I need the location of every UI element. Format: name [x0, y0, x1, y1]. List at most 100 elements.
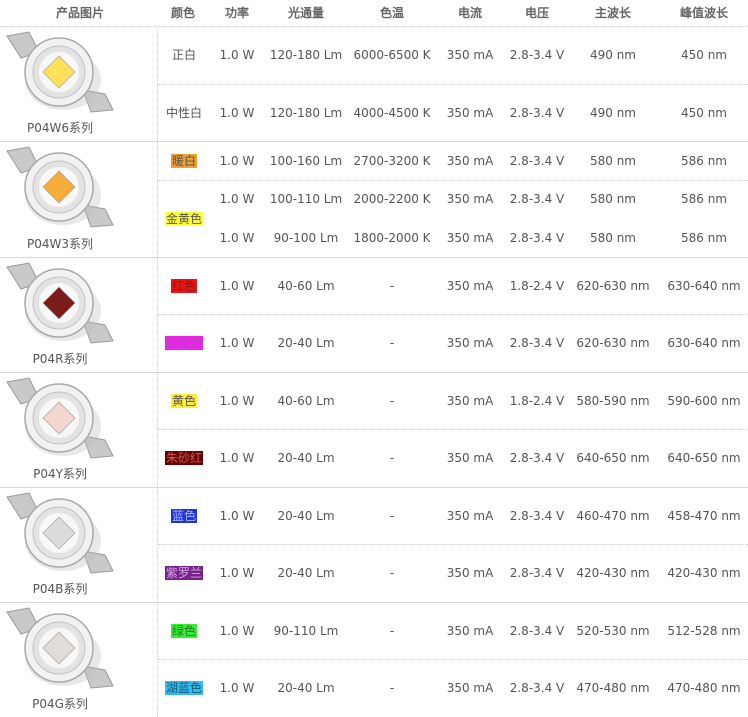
- cell-color: 紫罗兰: [158, 566, 210, 580]
- led-spec-table: 产品图片 颜色 功率 光通量 色温 电流 电压 主波长 峰值波长 P04W6系列…: [0, 0, 748, 717]
- product-image-cell: P04R系列: [0, 257, 157, 372]
- cell-peak-wavelength: 586 nm: [680, 153, 727, 168]
- cell-dominant-wavelength: 420-430 nm: [576, 566, 650, 580]
- cell-color: 黄色: [158, 393, 210, 408]
- cell-dominant-wavelength: 470-480 nm: [576, 681, 650, 695]
- cell-color: 粉红色: [158, 336, 210, 350]
- led-chip-image: [6, 262, 114, 344]
- cell-luminous-flux: 120-180 Lm: [269, 105, 343, 120]
- header-luminous-flux: 光通量: [287, 6, 324, 20]
- cell-power: 1.0 W: [219, 508, 255, 523]
- cell-voltage: 2.8-3.4 V: [509, 153, 565, 168]
- product-series-name: P04W6系列: [26, 121, 93, 135]
- cell-color-temperature: 1800-2000 K: [353, 230, 431, 245]
- cell-power: 1.0 W: [219, 48, 255, 62]
- cell-peak-wavelength: 630-640 nm: [667, 278, 741, 293]
- cell-current: 350 mA: [446, 48, 494, 62]
- cell-power: 1.0 W: [219, 230, 255, 245]
- header-peak-wavelength: 峰值波长: [679, 6, 728, 20]
- cell-color-temperature: 6000-6500 K: [353, 48, 431, 62]
- cell-power: 1.0 W: [219, 566, 255, 580]
- cell-peak-wavelength: 420-430 nm: [667, 566, 741, 580]
- cell-current: 350 mA: [446, 336, 494, 350]
- cell-luminous-flux: 100-110 Lm: [269, 192, 343, 206]
- cell-color: 朱砂红: [158, 451, 210, 465]
- cell-current: 350 mA: [446, 451, 494, 465]
- cell-voltage: 2.8-3.4 V: [509, 451, 565, 465]
- product-series-name: P04B系列: [32, 582, 88, 596]
- cell-color-temperature: -: [389, 393, 395, 408]
- cell-color: 正白: [158, 48, 210, 62]
- product-image-cell: P04B系列: [0, 487, 157, 602]
- cell-current: 350 mA: [446, 566, 494, 580]
- cell-color: 红色: [158, 278, 210, 293]
- cell-luminous-flux: 20-40 Lm: [277, 681, 335, 695]
- header-product-image: 产品图片: [55, 6, 104, 20]
- row-divider: [158, 429, 748, 430]
- row-divider: [158, 180, 748, 181]
- cell-power: 1.0 W: [219, 336, 255, 350]
- cell-dominant-wavelength: 580 nm: [589, 153, 636, 168]
- cell-color: 暖白: [158, 153, 210, 168]
- color-label: 粉红色: [164, 336, 203, 350]
- cell-luminous-flux: 20-40 Lm: [277, 336, 335, 350]
- cell-voltage: 2.8-3.4 V: [509, 508, 565, 523]
- cell-current: 350 mA: [446, 623, 494, 638]
- cell-peak-wavelength: 586 nm: [680, 230, 727, 245]
- color-label: 紫罗兰: [164, 566, 203, 580]
- cell-power: 1.0 W: [219, 153, 255, 168]
- color-label: 朱砂红: [164, 451, 203, 465]
- cell-voltage: 2.8-3.4 V: [509, 566, 565, 580]
- cell-luminous-flux: 40-60 Lm: [277, 393, 335, 408]
- row-divider: [158, 84, 748, 85]
- color-label: 蓝色: [170, 508, 197, 523]
- cell-color-temperature: 2000-2200 K: [353, 192, 431, 206]
- cell-dominant-wavelength: 580-590 nm: [576, 393, 650, 408]
- cell-dominant-wavelength: 580 nm: [589, 192, 636, 206]
- color-label: 湖蓝色: [164, 681, 203, 695]
- cell-color: 蓝色: [158, 508, 210, 523]
- cell-voltage: 2.8-3.4 V: [509, 336, 565, 350]
- cell-color-temperature: -: [389, 566, 395, 580]
- cell-power: 1.0 W: [219, 192, 255, 206]
- cell-dominant-wavelength: 460-470 nm: [576, 508, 650, 523]
- cell-luminous-flux: 20-40 Lm: [277, 451, 335, 465]
- cell-current: 350 mA: [446, 192, 494, 206]
- cell-voltage: 2.8-3.4 V: [509, 48, 565, 62]
- cell-power: 1.0 W: [219, 393, 255, 408]
- cell-power: 1.0 W: [219, 451, 255, 465]
- header-current: 电流: [457, 6, 482, 20]
- cell-current: 350 mA: [446, 508, 494, 523]
- header-dominant-wavelength: 主波长: [594, 6, 631, 20]
- cell-peak-wavelength: 590-600 nm: [667, 393, 741, 408]
- header-color: 颜色: [170, 6, 195, 20]
- cell-luminous-flux: 20-40 Lm: [277, 508, 335, 523]
- cell-dominant-wavelength: 620-630 nm: [576, 336, 650, 350]
- led-chip-image: [6, 492, 114, 574]
- cell-peak-wavelength: 458-470 nm: [667, 508, 741, 523]
- cell-current: 350 mA: [446, 230, 494, 245]
- color-label: 黄色: [170, 393, 197, 408]
- cell-luminous-flux: 90-110 Lm: [273, 623, 339, 638]
- product-image-cell: P04W3系列: [0, 141, 157, 257]
- cell-color-temperature: -: [389, 451, 395, 465]
- cell-voltage: 1.8-2.4 V: [509, 393, 565, 408]
- product-image-cell: P04W6系列: [0, 26, 157, 141]
- cell-color-temperature: -: [389, 336, 395, 350]
- cell-voltage: 2.8-3.4 V: [509, 230, 565, 245]
- cell-peak-wavelength: 640-650 nm: [667, 451, 741, 465]
- cell-color-temperature: -: [389, 681, 395, 695]
- cell-luminous-flux: 40-60 Lm: [277, 278, 335, 293]
- cell-peak-wavelength: 512-528 nm: [667, 623, 741, 638]
- cell-luminous-flux: 100-160 Lm: [269, 153, 343, 168]
- cell-peak-wavelength: 450 nm: [680, 105, 727, 120]
- product-image-cell: P04Y系列: [0, 372, 157, 487]
- cell-color-temperature: 4000-4500 K: [353, 105, 431, 120]
- cell-voltage: 1.8-2.4 V: [509, 278, 565, 293]
- cell-power: 1.0 W: [219, 681, 255, 695]
- color-label: 暖白: [170, 153, 197, 168]
- cell-current: 350 mA: [446, 278, 494, 293]
- cell-color-temperature: -: [389, 623, 395, 638]
- led-chip-image: [6, 146, 114, 228]
- cell-voltage: 2.8-3.4 V: [509, 623, 565, 638]
